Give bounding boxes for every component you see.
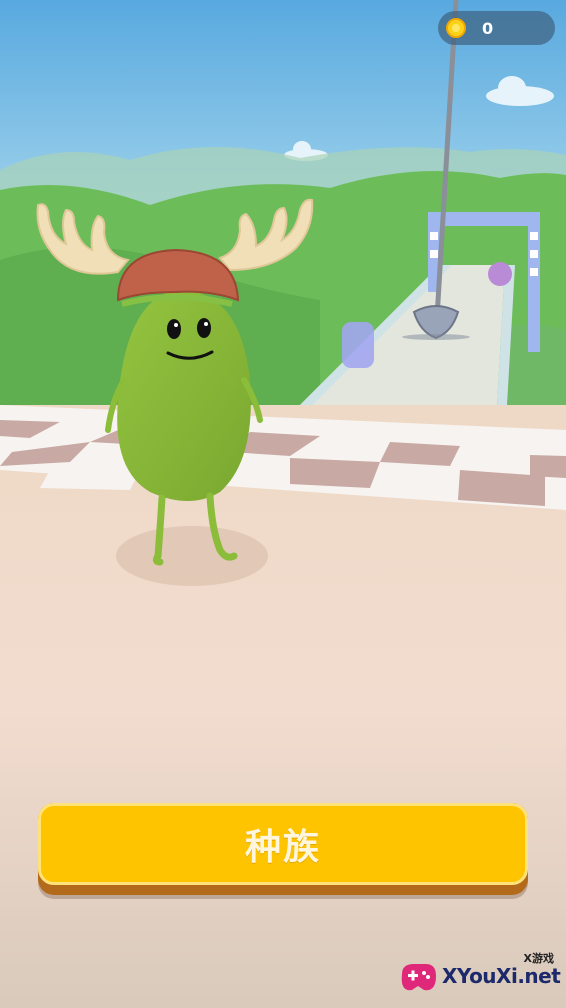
site-watermark: X游戏 XYouXi.net: [396, 950, 561, 1004]
coin-counter: 0: [438, 11, 555, 45]
game-screen: 0 种族 X游戏 XYouXi.net: [0, 0, 566, 1008]
watermark-site-text: XYouXi.net: [442, 964, 561, 988]
coin-count: 0: [482, 18, 494, 38]
race-button-label: 种族: [244, 827, 321, 868]
race-button-face[interactable]: 种族: [38, 803, 528, 885]
gamepad-logo-icon: [401, 964, 436, 991]
purple-block: [342, 322, 374, 368]
character-shadow: [116, 526, 268, 586]
race-button[interactable]: 种族: [38, 803, 528, 895]
purple-ball: [488, 262, 512, 286]
coin-icon: [446, 18, 466, 38]
